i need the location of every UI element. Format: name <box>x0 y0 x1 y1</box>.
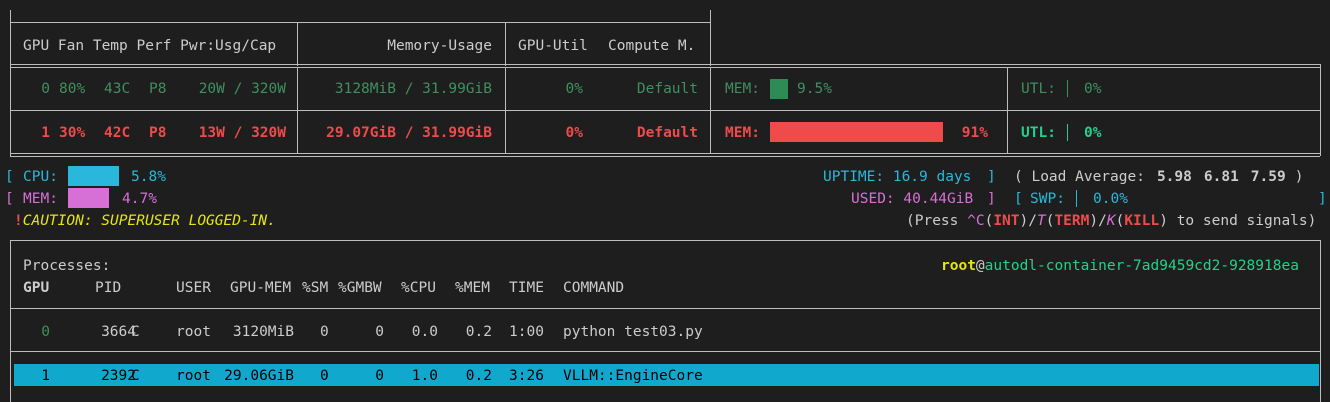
col-command: COMMAND <box>563 280 625 296</box>
gpu0-utl-label: UTL: <box>1021 81 1056 97</box>
gpu1-temp: 42C <box>104 125 131 141</box>
proc0-type: C <box>131 324 140 340</box>
gpu1-id: 1 <box>41 125 50 141</box>
col-pid: PID <box>95 280 122 296</box>
proc0-command: python test03.py <box>563 324 703 340</box>
proc1-time: 3:26 <box>509 368 544 384</box>
cpu-label: CPU: <box>23 169 58 185</box>
proc-host: autodl-container-7ad9459cd2-928918ea <box>984 258 1299 274</box>
cpu-bar <box>68 166 119 186</box>
proc0-pid: 3664 <box>101 324 136 340</box>
gpu0-mem-label: MEM: <box>725 81 760 97</box>
proc0-user: root <box>176 324 211 340</box>
signals-press: (Press <box>906 213 968 229</box>
mem-bar <box>68 188 109 208</box>
caution-bang: ! <box>14 213 23 229</box>
load-close: ) <box>1294 169 1304 185</box>
col-gmbw: %GMBW <box>338 280 382 296</box>
col-mem: %MEM <box>455 280 490 296</box>
gpu1-mem-label: MEM: <box>725 125 760 141</box>
swp-label: SWP: <box>1030 191 1065 207</box>
gpu-header-compute: Compute M. <box>608 38 696 54</box>
gpu1-perf: P8 <box>149 125 167 141</box>
proc0-gpu: 0 <box>41 324 50 340</box>
sig-c: ^C <box>967 213 985 229</box>
proc1-user: root <box>176 368 211 384</box>
gpu1-fan: 30% <box>59 125 86 141</box>
gpu1-mem-pct: 91% <box>961 125 988 141</box>
gpu1-power: 13W / 320W <box>198 125 286 141</box>
gpu0-mem-bar <box>770 79 788 99</box>
col-sm: %SM <box>302 280 329 296</box>
gpu-header-memory: Memory-Usage <box>387 38 492 54</box>
proc0-gmbw: 0 <box>375 324 384 340</box>
load-1: 5.98 <box>1156 169 1192 185</box>
load-5: 6.81 <box>1203 169 1239 185</box>
proc1-gpumem: 29.06GiB <box>224 368 294 384</box>
mem-label: MEM: <box>23 191 58 207</box>
mem-pct: 4.7% <box>122 191 157 207</box>
gpu1-utl-label: UTL: <box>1021 125 1056 141</box>
proc0-gpumem: 3120MiB <box>232 324 294 340</box>
table-row-selected[interactable]: 1 2392 C root 29.06GiB 0 0 1.0 0.2 3:26 … <box>14 364 1319 386</box>
swp-pct: 0.0% <box>1093 191 1128 207</box>
proc0-time: 1:00 <box>509 324 544 340</box>
gpu0-id: 0 <box>41 81 50 97</box>
gpu-header-col1: GPU Fan Temp Perf Pwr:Usg/Cap <box>23 38 277 54</box>
proc0-mem: 0.2 <box>465 324 492 340</box>
sig-t: T <box>1036 213 1046 229</box>
gpu1-mem-bar <box>770 122 943 142</box>
caution-text: CAUTION: SUPERUSER LOGGED-IN. <box>22 213 276 229</box>
proc1-cpu: 1.0 <box>411 368 438 384</box>
gpu0-power: 20W / 320W <box>198 81 286 97</box>
proc1-sm: 0 <box>320 368 329 384</box>
gpu0-memory: 3128MiB / 31.99GiB <box>334 81 492 97</box>
load-label: ( Load Average: <box>1014 169 1145 185</box>
proc1-mem: 0.2 <box>465 368 492 384</box>
load-15: 7.59 <box>1250 169 1286 185</box>
col-user: USER <box>176 280 211 296</box>
uptime: UPTIME: 16.9 days <box>823 169 972 185</box>
gpu0-util: 0% <box>565 81 583 97</box>
gpu0-compute: Default <box>636 81 698 97</box>
proc-user: root <box>941 258 976 274</box>
processes-title: Processes: <box>23 258 111 274</box>
proc1-gpu: 1 <box>41 368 50 384</box>
sig-int: INT <box>993 213 1020 229</box>
gpu0-mem-pct: 9.5% <box>797 81 832 97</box>
proc0-cpu: 0.0 <box>411 324 438 340</box>
gpu0-utl-pct: 0% <box>1084 81 1102 97</box>
gpu1-util: 0% <box>565 125 583 141</box>
proc1-command: VLLM::EngineCore <box>563 368 703 384</box>
sig-kill: KILL <box>1124 213 1160 229</box>
gpu0-temp: 43C <box>104 81 131 97</box>
proc-at: @ <box>975 258 985 274</box>
gpu1-utl-pct: 0% <box>1084 125 1102 141</box>
col-time: TIME <box>509 280 544 296</box>
proc1-type: C <box>131 368 140 384</box>
gpu0-fan: 80% <box>59 81 86 97</box>
col-gpu: GPU <box>23 280 50 296</box>
sig-term: TERM <box>1054 213 1090 229</box>
col-gpu-mem: GPU-MEM <box>230 280 292 296</box>
proc0-sm: 0 <box>320 324 329 340</box>
table-row[interactable]: 0 3664 C root 3120MiB 0 0 0.0 0.2 1:00 p… <box>14 318 1319 342</box>
signals-tail: ) to send signals) <box>1159 213 1317 229</box>
used-mem: USED: 40.44GiB <box>851 191 974 207</box>
gpu1-memory: 29.07GiB / 31.99GiB <box>326 125 492 141</box>
col-cpu: %CPU <box>401 280 436 296</box>
gpu1-compute: Default <box>636 125 698 141</box>
cpu-pct: 5.8% <box>131 169 166 185</box>
proc1-gmbw: 0 <box>375 368 384 384</box>
gpu-header-util: GPU-Util <box>518 38 588 54</box>
gpu0-perf: P8 <box>149 81 167 97</box>
sig-k: K <box>1106 213 1116 229</box>
proc1-pid: 2392 <box>101 368 136 384</box>
